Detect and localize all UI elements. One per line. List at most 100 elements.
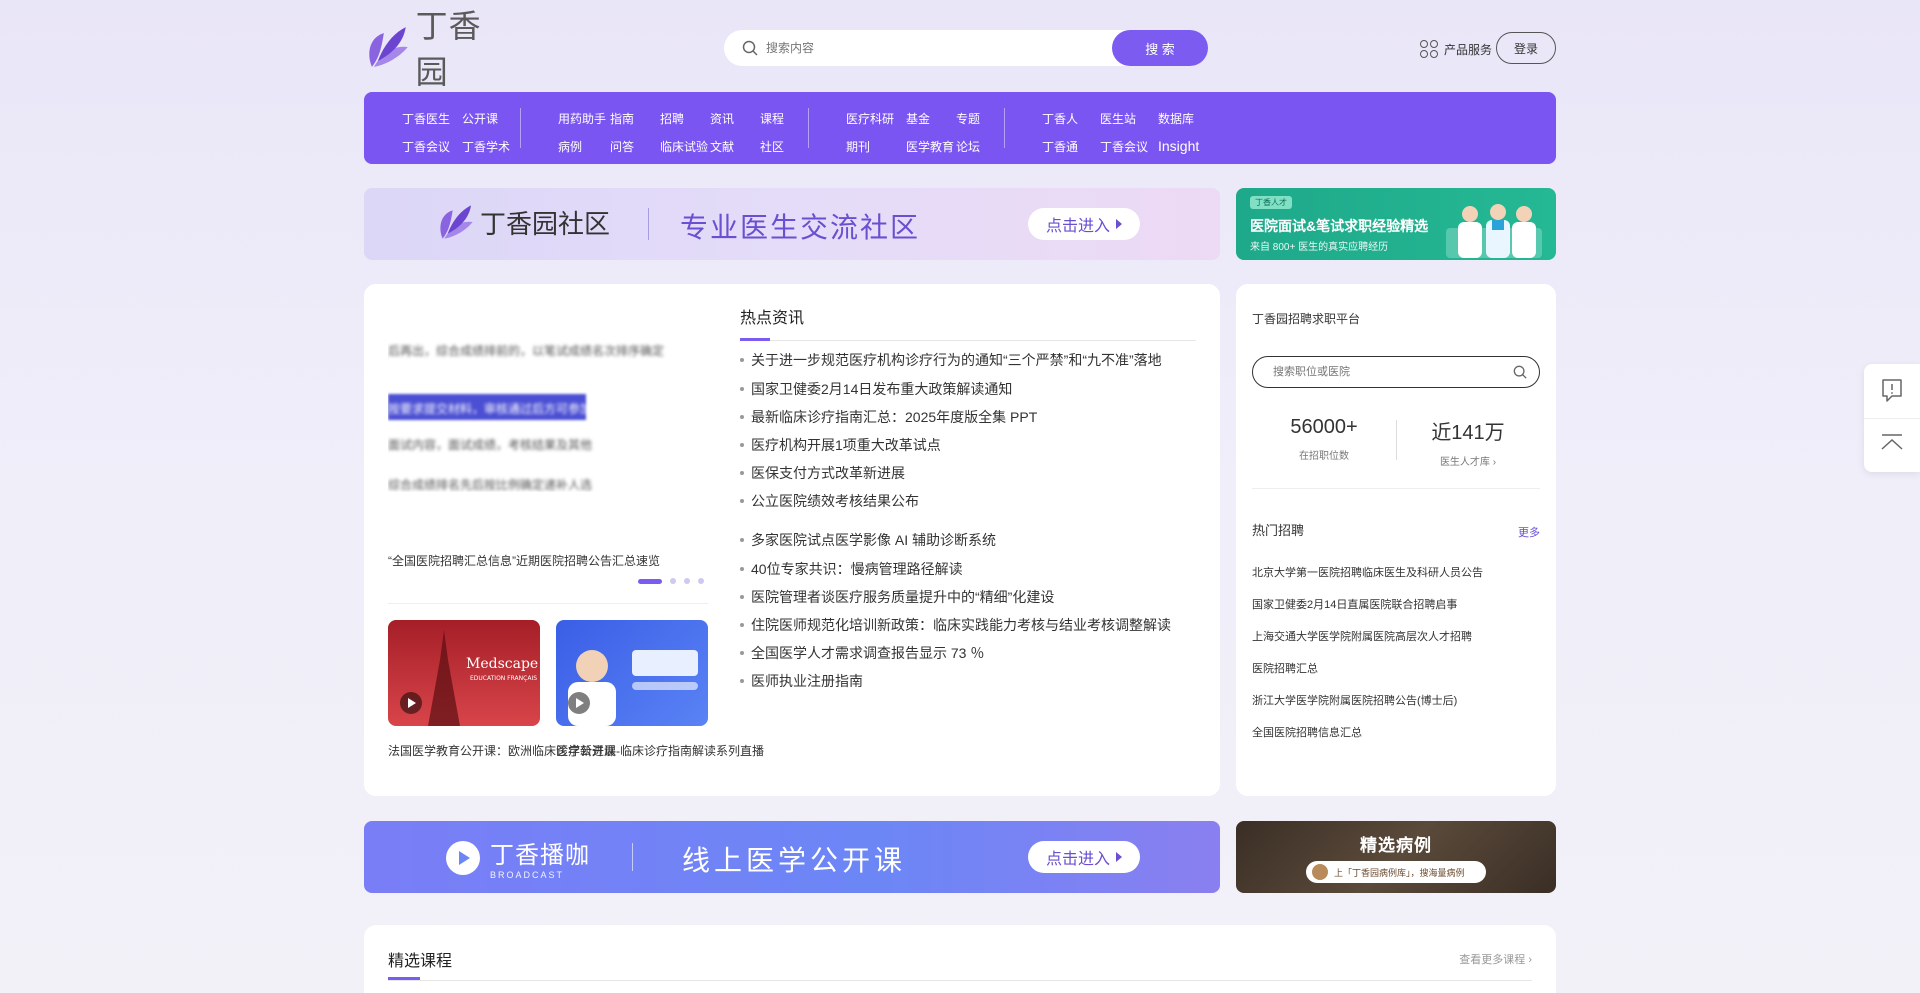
search-button[interactable]: 搜 索 (1112, 30, 1208, 66)
hot-job-item[interactable]: 全国医院招聘信息汇总 (1252, 724, 1362, 740)
nav-link[interactable]: 丁香医生 (402, 104, 462, 132)
jobs-experience-banner[interactable]: 丁香人才 医院面试&笔试求职经验精选 来自 800+ 医生的真实应聘经历 (1236, 188, 1556, 260)
lilac-flower-icon (440, 205, 473, 239)
news-item[interactable]: 医师执业注册指南 (740, 671, 863, 691)
nav-divider (520, 108, 521, 148)
nav-link[interactable]: 课程 (760, 104, 810, 132)
carousel-dots (638, 578, 704, 584)
search-input[interactable] (766, 30, 1096, 66)
nav-link[interactable]: 社区 (760, 132, 810, 160)
nav-link[interactable]: 基金 (906, 104, 956, 132)
news-item[interactable]: 关于进一步规范医疗机构诊疗行为的通知“三个严禁”和“九不准”落地 (740, 350, 1162, 370)
back-to-top-icon (1881, 434, 1903, 450)
carousel-blur-text: 后再出，综合成绩排前的，以笔试成绩名次排序确定 (388, 344, 665, 358)
nav-link[interactable]: 公开课 (462, 104, 522, 132)
community-logo: 丁香园社区 (436, 202, 610, 242)
news-item[interactable]: 多家医院试点医学影像 AI 辅助诊断系统 (740, 530, 996, 550)
nav-link[interactable]: 文献 (710, 132, 760, 160)
carousel-dot-active[interactable] (638, 578, 662, 584)
news-item[interactable]: 最新临床诊疗指南汇总：2025年度版全集 PPT (740, 407, 1037, 427)
news-item[interactable]: 公立医院绩效考核结果公布 (740, 491, 919, 511)
feedback-button[interactable] (1864, 364, 1920, 418)
main-content-card: 后再出，综合成绩排前的，以笔试成绩名次排序确定 按要求提交材料，审核通过后方可参… (364, 284, 1220, 796)
svg-text:EDUCATION FRANÇAIS: EDUCATION FRANÇAIS (470, 675, 537, 682)
community-brand: 丁香园社区 (480, 208, 611, 239)
nav-link[interactable]: 资讯 (710, 104, 760, 132)
broadcast-banner[interactable]: 丁香播咖 BROADCAST 线上医学公开课 点击进入 (364, 821, 1220, 893)
nav-link[interactable]: 丁香通 (1042, 132, 1100, 160)
back-to-top-button[interactable] (1864, 418, 1920, 472)
courses-more-link[interactable]: 查看更多课程 › (1459, 951, 1532, 967)
carousel-dot[interactable] (670, 578, 676, 584)
nav-link[interactable]: 招聘 (660, 104, 710, 132)
carousel-dot[interactable] (698, 578, 704, 584)
hot-job-item[interactable]: 医院招聘汇总 (1252, 660, 1318, 676)
news-item[interactable]: 国家卫健委2月14日发布重大政策解读通知 (740, 379, 1012, 399)
nav-link[interactable]: 问答 (610, 132, 660, 160)
nav-group-2: 用药助手 病例 指南 问答 招聘 临床试验 资讯 文献 课程 社区 (558, 104, 810, 160)
hot-job-item[interactable]: 浙江大学医学院附属医院招聘公告(博士后) (1252, 692, 1457, 708)
hot-job-item[interactable]: 上海交通大学医学院附属医院高层次人才招聘 (1252, 628, 1472, 644)
community-enter-button[interactable]: 点击进入 (1028, 208, 1140, 240)
nav-link[interactable]: 临床试验 (660, 132, 710, 160)
video-thumbnail[interactable]: Medscape EDUCATION FRANÇAIS (388, 620, 540, 726)
carousel-dot[interactable] (684, 578, 690, 584)
search-icon[interactable] (1513, 365, 1527, 379)
divider (388, 980, 1532, 981)
nav-link[interactable]: 论坛 (956, 132, 1006, 160)
nav-link[interactable]: 期刊 (846, 132, 906, 160)
nav-link[interactable]: 专题 (956, 104, 1006, 132)
nav-link[interactable]: 丁香人 (1042, 104, 1100, 132)
nav-link[interactable]: 医疗科研 (846, 104, 906, 132)
nav-link[interactable]: 指南 (610, 104, 660, 132)
hot-job-item[interactable]: 国家卫健委2月14日直属医院联合招聘启事 (1252, 596, 1457, 612)
hot-job-item[interactable]: 北京大学第一医院招聘临床医生及科研人员公告 (1252, 564, 1483, 580)
feedback-icon (1882, 379, 1902, 402)
nav-link[interactable]: 病例 (558, 132, 610, 160)
cases-banner[interactable]: 精选病例 上「丁香园病例库」，搜海量病例 (1236, 821, 1556, 893)
doctors-illustration (1446, 204, 1542, 258)
news-item[interactable]: 住院医师规范化培训新政策：临床实践能力考核与结业考核调整解读 (740, 615, 1171, 635)
nav-link[interactable]: 丁香学术 (462, 132, 522, 160)
jobs-search-input[interactable] (1273, 357, 1493, 387)
nav-link[interactable]: 丁香会议 (402, 132, 462, 160)
hot-jobs-more-link[interactable]: 更多 (1518, 524, 1540, 540)
nav-link[interactable]: Insight (1158, 132, 1238, 160)
broadcast-title: 线上医学公开课 (682, 845, 907, 876)
main-nav: 丁香医生 丁香会议 公开课 丁香学术 用药助手 病例 指南 问答 招聘 临床试验 资讯 文献 课程 社区… (364, 92, 1556, 164)
nav-link[interactable]: 数据库 (1158, 104, 1238, 132)
site-logo[interactable]: 丁香园 (364, 7, 514, 91)
login-button[interactable]: 登录 (1496, 32, 1556, 64)
banner-divider (632, 843, 633, 871)
nav-link[interactable]: 医学教育 (906, 132, 956, 160)
news-carousel[interactable]: 后再出，综合成绩排前的，以笔试成绩名次排序确定 按要求提交材料，审核通过后方可参… (388, 332, 708, 492)
broadcast-brand-sub: BROADCAST (490, 870, 565, 880)
news-item[interactable]: 医院管理者谈医疗服务质量提升中的“精细”化建设 (740, 587, 1054, 607)
community-banner[interactable]: 丁香园社区 专业医生交流社区 点击进入 (364, 188, 1220, 260)
cases-title: 精选病例 (1360, 836, 1432, 855)
play-icon[interactable] (400, 692, 422, 714)
cases-search-text: 上「丁香园病例库」，搜海量病例 (1334, 867, 1465, 878)
broadcast-brand: 丁香播咖 (490, 842, 590, 869)
news-item[interactable]: 医保支付方式改革新进展 (740, 463, 905, 483)
news-item[interactable]: 40位专家共识：慢病管理路径解读 (740, 559, 963, 579)
nav-link[interactable]: 医生站 (1100, 104, 1158, 132)
product-services-menu[interactable]: 产品服务 (1420, 40, 1492, 58)
nav-link[interactable]: 丁香会议 (1100, 132, 1158, 160)
news-item[interactable]: 全国医学人才需求调查报告显示 73 ％ (740, 643, 984, 663)
talent-stat[interactable]: 近141万 医生人才库 › (1396, 416, 1540, 468)
video-caption[interactable]: 医学公开课-临床诊疗指南解读系列直播 (556, 742, 764, 759)
video-thumbnail[interactable] (556, 620, 708, 726)
cases-search-pill: 上「丁香园病例库」，搜海量病例 (1306, 861, 1486, 883)
jobs-search-box (1252, 356, 1540, 388)
stat-label: 在招职位数 (1299, 451, 1349, 462)
nav-group-4: 丁香人 丁香通 医生站 丁香会议 数据库 Insight (1042, 104, 1238, 160)
broadcast-enter-button[interactable]: 点击进入 (1028, 841, 1140, 873)
jobs-side-card: 丁香园招聘求职平台 56000+ 在招职位数 近141万 医生人才库 › 热门招… (1236, 284, 1556, 796)
stat-value: 近141万 (1431, 422, 1505, 444)
news-item[interactable]: 医疗机构开展1项重大改革试点 (740, 435, 941, 455)
play-icon[interactable] (568, 692, 590, 714)
nav-link[interactable]: 用药助手 (558, 104, 610, 132)
svg-text:Medscape: Medscape (466, 656, 538, 672)
carousel-caption[interactable]: “全国医院招聘汇总信息”近期医院招聘公告汇总速览 (388, 552, 660, 569)
